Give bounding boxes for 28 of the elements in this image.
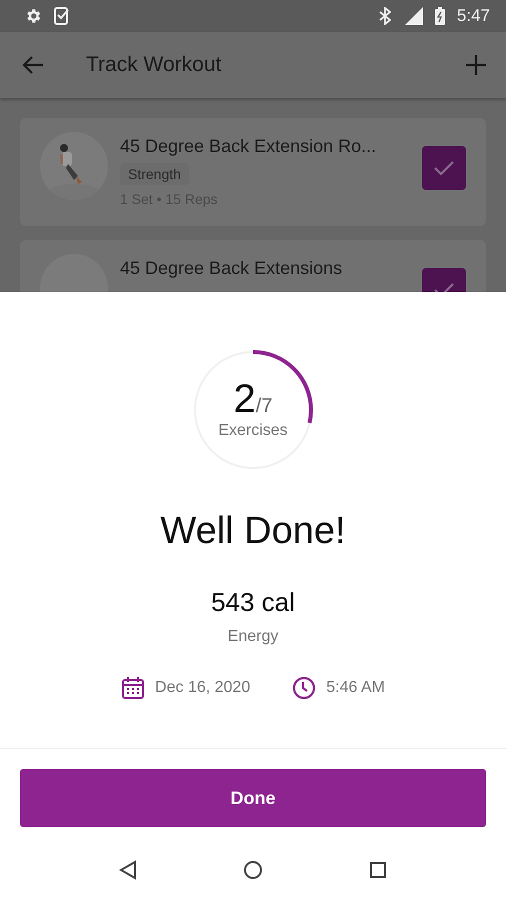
clock-icon [292, 676, 316, 700]
total-count: /7 [256, 394, 272, 418]
completed-count: 2 [234, 376, 256, 422]
battery-icon [434, 7, 445, 25]
status-time: 5:47 [456, 6, 490, 26]
time-text: 5:46 AM [326, 679, 385, 697]
signal-icon [402, 7, 423, 25]
energy-value: 543 cal [211, 587, 295, 618]
back-icon[interactable] [119, 860, 137, 880]
add-icon[interactable] [466, 55, 486, 75]
checkbox[interactable] [422, 146, 466, 190]
count-label: Exercises [218, 422, 288, 440]
screen-title: Track Workout [86, 53, 222, 77]
home-icon[interactable] [243, 860, 263, 880]
headline: Well Done! [160, 510, 346, 553]
exercise-card[interactable]: 45 Degree Back Extensions [20, 240, 486, 292]
back-arrow-icon[interactable] [22, 55, 44, 75]
clipboard-check-icon [54, 7, 70, 25]
recents-icon[interactable] [369, 861, 387, 879]
exercise-name: 45 Degree Back Extensions [120, 258, 344, 279]
calendar-icon [121, 676, 146, 700]
category-tag: Strength [120, 163, 189, 185]
checkmark-icon [433, 160, 455, 176]
date-text: Dec 16, 2020 [155, 679, 250, 697]
exercise-name: 45 Degree Back Extension Ro... [120, 136, 378, 157]
energy-label: Energy [228, 628, 278, 646]
bluetooth-icon [378, 7, 391, 25]
done-button[interactable]: Done [20, 769, 486, 827]
